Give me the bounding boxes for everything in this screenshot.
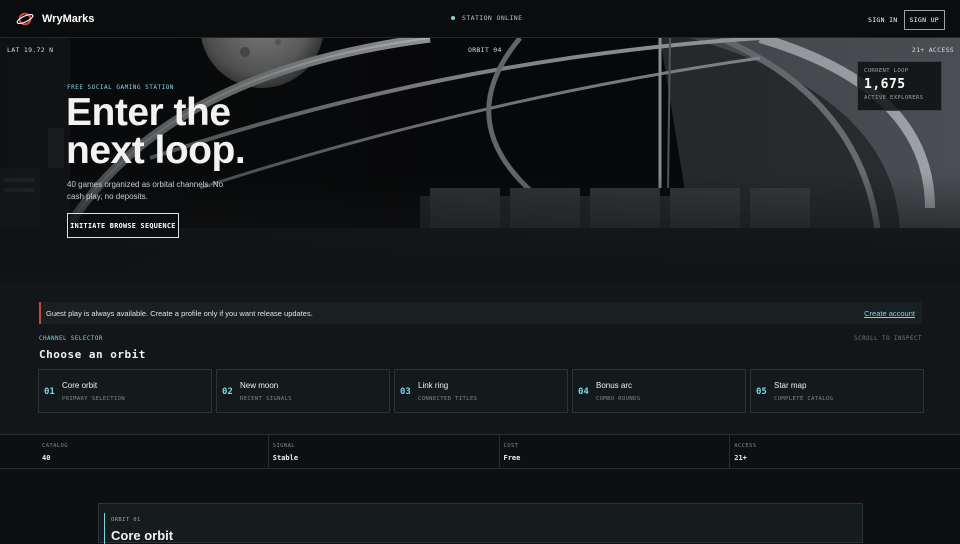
- orbit-desc: COMBO ROUNDS: [596, 396, 641, 402]
- auth-actions: SIGN IN SIGN UP: [868, 10, 945, 30]
- selector-eyebrow: CHANNEL SELECTOR: [39, 336, 103, 342]
- scroll-hint: SCROLL TO INSPECT: [854, 336, 922, 342]
- stat-value: 40: [42, 454, 51, 462]
- notice-text: Guest play is always available. Create a…: [46, 308, 313, 318]
- stat-value: Free: [503, 454, 521, 462]
- orbit-list: 01 Core orbit PRIMARY SELECTION 02 New m…: [38, 369, 924, 413]
- orbit-desc: PRIMARY SELECTION: [62, 396, 126, 402]
- stat-label: COST: [503, 443, 519, 449]
- stat-signal: SIGNAL Stable: [269, 435, 500, 468]
- age-readout: 21+ ACCESS: [911, 46, 954, 54]
- orbit-number: 01: [44, 387, 55, 397]
- stat-cost: COST Free: [500, 435, 731, 468]
- orbit-number: 03: [400, 387, 411, 397]
- panel-eyebrow: ORBIT 01: [111, 517, 141, 523]
- stat-value: Stable: [272, 454, 299, 462]
- panel-title: Core orbit: [111, 528, 174, 543]
- orbit-logo-icon: [16, 12, 34, 26]
- orbit-card[interactable]: 01 Core orbit PRIMARY SELECTION: [38, 369, 212, 413]
- orbit-desc: RECENT SIGNALS: [240, 396, 292, 402]
- stats-strip: CATALOG 40 SIGNAL Stable COST Free ACCES…: [0, 434, 960, 469]
- orbit-card[interactable]: 02 New moon RECENT SIGNALS: [216, 369, 390, 413]
- browse-cta-button[interactable]: INITIATE BROWSE SEQUENCE: [67, 213, 179, 238]
- orbit-readout: ORBIT 04: [468, 46, 502, 54]
- station-status: STATION ONLINE: [451, 14, 522, 22]
- top-bar: WryMarks STATION ONLINE SIGN IN SIGN UP: [0, 0, 960, 38]
- sign-up-button[interactable]: SIGN UP: [903, 10, 945, 30]
- orbit-card[interactable]: 05 Star map COMPLETE CATALOG: [750, 369, 924, 413]
- hero-eyebrow: FREE SOCIAL GAMING STATION: [67, 84, 174, 91]
- sign-in-link[interactable]: SIGN IN: [868, 16, 898, 24]
- stat-label: CATALOG: [42, 443, 68, 449]
- orbit-number: 04: [578, 387, 589, 397]
- orbit-name: New moon: [240, 381, 279, 390]
- status-dot-icon: [451, 16, 455, 20]
- stat-access: ACCESS 21+: [730, 435, 960, 468]
- latitude-readout: LAT 19.72 N: [7, 46, 54, 54]
- status-text: STATION ONLINE: [462, 14, 523, 22]
- loop-label: CURRENT LOOP: [864, 68, 909, 74]
- loop-foot: ACTIVE EXPLORERS: [864, 95, 924, 101]
- hero-title-line-1: Enter the: [66, 91, 231, 134]
- orbit-card[interactable]: 04 Bonus arc COMBO ROUNDS: [572, 369, 746, 413]
- orbit-desc: CONNECTED TITLES: [418, 396, 478, 402]
- create-account-link[interactable]: Create account: [864, 309, 915, 318]
- orbit-detail-panel: ORBIT 01 Core orbit: [98, 503, 863, 544]
- orbit-name: Star map: [774, 381, 807, 390]
- stat-label: ACCESS: [734, 443, 757, 449]
- stat-catalog: CATALOG 40: [0, 435, 269, 468]
- orbit-desc: COMPLETE CATALOG: [774, 396, 834, 402]
- loop-value: 1,675: [864, 77, 906, 92]
- hero-subtitle: 40 games organized as orbital channels. …: [67, 180, 224, 201]
- orbit-name: Bonus arc: [596, 381, 633, 390]
- orbit-name: Link ring: [418, 381, 449, 390]
- hero: LAT 19.72 N ORBIT 04 21+ ACCESS FREE SOC…: [0, 38, 960, 283]
- brand[interactable]: WryMarks: [16, 10, 94, 28]
- current-loop-card: CURRENT LOOP 1,675 ACTIVE EXPLORERS: [857, 61, 942, 111]
- orbit-card[interactable]: 03 Link ring CONNECTED TITLES: [394, 369, 568, 413]
- guest-notice: Guest play is always available. Create a…: [39, 302, 922, 324]
- hero-title-line-2: next loop.: [66, 129, 246, 172]
- orbit-name: Core orbit: [62, 381, 98, 390]
- stat-value: 21+: [734, 454, 747, 462]
- orbit-number: 02: [222, 387, 233, 397]
- panel-accent-bar: [104, 513, 105, 544]
- brand-name: WryMarks: [42, 13, 95, 25]
- stat-label: SIGNAL: [272, 443, 296, 449]
- hero-title: Enter the next loop.: [66, 91, 366, 172]
- selector-title: Choose an orbit: [39, 348, 146, 361]
- orbit-number: 05: [756, 387, 767, 397]
